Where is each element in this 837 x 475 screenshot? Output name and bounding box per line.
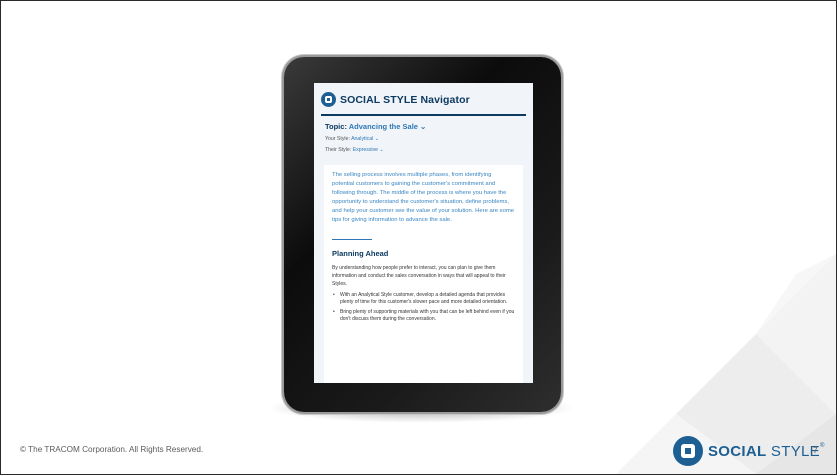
brand-thin: STYLE <box>766 442 820 460</box>
footer-brand-logo: SOCIAL STYLE® <box>673 436 825 466</box>
topic-selector[interactable]: Topic: Advancing the Sale ⌄ <box>314 122 533 131</box>
list-item: With an Analytical Style customer, devel… <box>332 292 515 306</box>
content-card: The selling process involves multiple ph… <box>324 165 523 383</box>
section-title: Planning Ahead <box>332 249 389 258</box>
your-style-label: Your Style: <box>325 136 350 142</box>
copyright-text: © The TRACOM Corporation. All Rights Res… <box>20 445 204 454</box>
slide: SOCIAL STYLE Navigator Topic: Advancing … <box>0 0 837 475</box>
topic-dropdown[interactable]: Advancing the Sale ⌄ <box>349 122 427 131</box>
tablet-screen[interactable]: SOCIAL STYLE Navigator Topic: Advancing … <box>314 83 533 383</box>
tablet-device: SOCIAL STYLE Navigator Topic: Advancing … <box>284 57 561 412</box>
brand-wordmark: SOCIAL STYLE® <box>708 443 825 460</box>
registered-mark: ® <box>819 442 825 449</box>
brand-bold: SOCIAL <box>708 442 767 460</box>
page-number: 7 <box>813 445 818 455</box>
social-style-logo-icon <box>321 92 336 107</box>
topic-label: Topic: <box>325 122 347 131</box>
background-triangles <box>616 254 836 474</box>
intro-paragraph: The selling process involves multiple ph… <box>332 172 515 223</box>
your-style-row: Your Style: Analytical ⌄ <box>314 136 533 142</box>
list-item: Bring plenty of supporting materials wit… <box>332 309 515 323</box>
header-divider <box>321 114 526 116</box>
navigator-title: SOCIAL STYLE Navigator <box>340 93 470 106</box>
section-divider <box>332 239 372 240</box>
your-style-dropdown[interactable]: Analytical ⌄ <box>351 136 379 142</box>
navigator-header: SOCIAL STYLE Navigator <box>314 83 533 112</box>
social-style-logo-icon <box>673 436 703 466</box>
tips-list: With an Analytical Style customer, devel… <box>332 292 515 323</box>
their-style-label: Their Style: <box>325 147 352 153</box>
their-style-dropdown[interactable]: Expressive ⌄ <box>353 147 384 153</box>
section-body: By understanding how people prefer to in… <box>332 265 506 287</box>
their-style-row: Their Style: Expressive ⌄ <box>314 147 533 153</box>
